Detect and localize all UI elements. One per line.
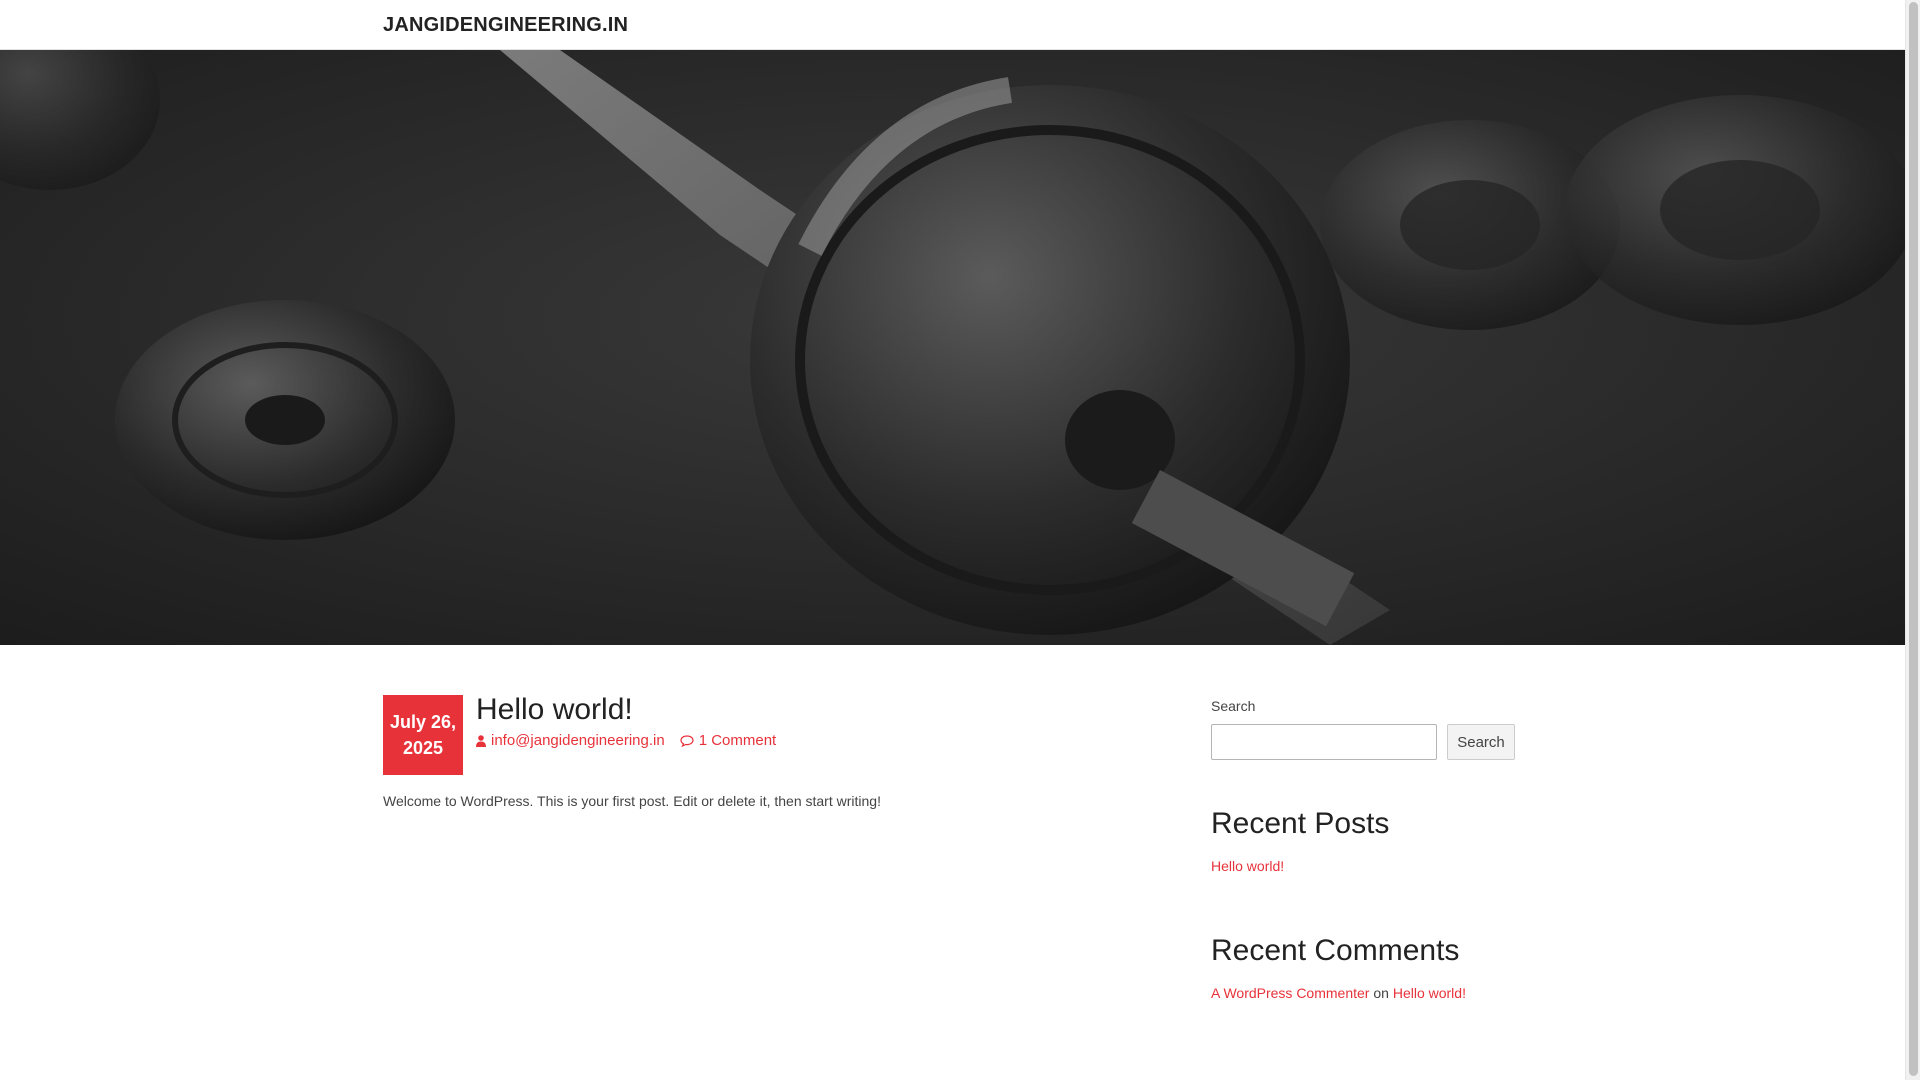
- recent-post-link[interactable]: Hello world!: [1211, 858, 1284, 874]
- post-author: info@jangidengineering.in: [476, 732, 665, 749]
- post-date-badge: July 26, 2025: [383, 695, 463, 775]
- post-excerpt: Welcome to WordPress. This is your first…: [383, 793, 881, 809]
- post-date-line1: July 26,: [389, 712, 457, 732]
- comment-on-word: on: [1373, 985, 1389, 1001]
- hero-banner: [0, 50, 1905, 645]
- recent-posts-list: Hello world!: [1211, 858, 1515, 874]
- recent-posts-widget: Recent Posts Hello world!: [1211, 807, 1515, 874]
- search-label: Search: [1211, 698, 1256, 714]
- post-comments: 1 Comment: [680, 732, 777, 749]
- list-item: Hello world!: [1211, 858, 1515, 874]
- scrollbar-thumb[interactable]: [1909, 2, 1918, 1076]
- search-button[interactable]: Search: [1447, 724, 1515, 760]
- recent-comments-widget: Recent Comments A WordPress Commenter on…: [1211, 934, 1515, 1001]
- hero-image: [0, 50, 1905, 645]
- sidebar: Search Search Recent Posts Hello world! …: [1211, 698, 1515, 1001]
- post-title[interactable]: Hello world!: [476, 693, 633, 727]
- post-author-link[interactable]: info@jangidengineering.in: [491, 732, 665, 749]
- recent-comments-title: Recent Comments: [1211, 934, 1460, 967]
- post-meta: info@jangidengineering.in 1 Comment: [476, 732, 791, 749]
- search-input[interactable]: [1211, 724, 1437, 760]
- comment-icon: [680, 734, 694, 747]
- list-item: A WordPress Commenter on Hello world!: [1211, 985, 1515, 1001]
- site-header: JANGIDENGINEERING.IN: [0, 0, 1905, 50]
- comment-author-link[interactable]: A WordPress Commenter: [1211, 985, 1369, 1001]
- post-date-line2: 2025: [402, 738, 444, 758]
- comment-post-link[interactable]: Hello world!: [1393, 985, 1466, 1001]
- user-icon: [476, 734, 486, 747]
- post-comments-link[interactable]: 1 Comment: [699, 732, 777, 749]
- search-form: Search: [1211, 724, 1515, 760]
- recent-posts-title: Recent Posts: [1211, 807, 1390, 840]
- site-title-link[interactable]: JANGIDENGINEERING.IN: [383, 14, 628, 37]
- page-scrollbar[interactable]: [1905, 0, 1920, 1080]
- recent-comments-list: A WordPress Commenter on Hello world!: [1211, 985, 1515, 1001]
